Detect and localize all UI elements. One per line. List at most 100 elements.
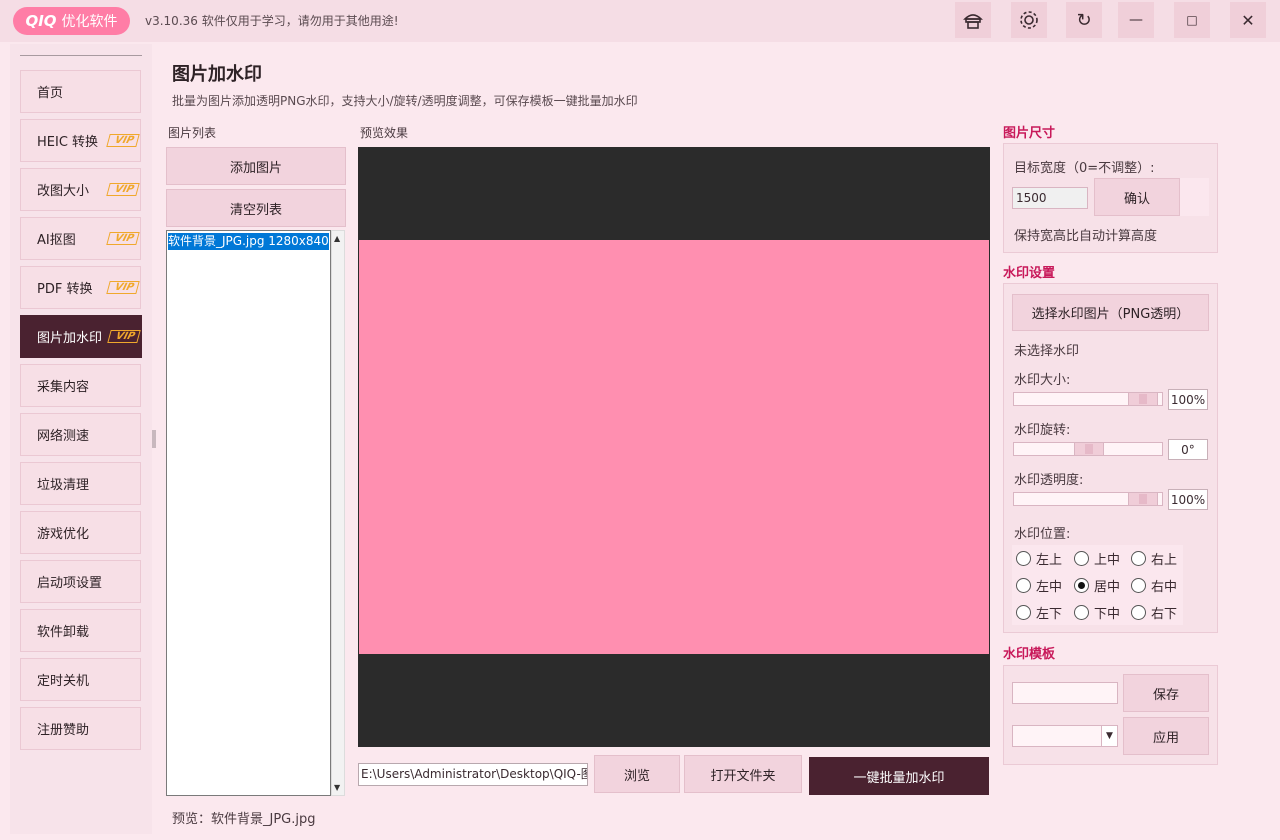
template-select[interactable]: ▼ [1012,725,1118,747]
radio-dot[interactable] [1074,578,1089,593]
sidebar-item[interactable]: AI抠图 VIP [20,217,141,260]
radio-dot[interactable] [1016,605,1031,620]
preview-status: 预览：软件背景_JPG.jpg [172,812,316,827]
opacity-value[interactable]: 100% [1168,489,1208,510]
sidebar-item-label: 采集内容 [37,380,90,395]
sidebar-item[interactable]: 定时关机 [20,658,141,701]
page-subtitle: 批量为图片添加透明PNG水印，支持大小/旋转/透明度调整，可保存模板一键批量加水… [172,94,638,108]
sidebar-item[interactable]: 改图大小 VIP [20,168,141,211]
radio-dot[interactable] [1131,605,1146,620]
hat-icon[interactable] [955,2,991,38]
position-radio-label: 左上 [1036,553,1063,568]
size-slider-thumb[interactable] [1128,392,1158,406]
opacity-slider-thumb[interactable] [1128,492,1158,506]
position-radio[interactable]: 居中 [1074,576,1120,595]
radio-dot[interactable] [1131,578,1146,593]
add-image-button[interactable]: 添加图片 [166,147,346,185]
position-radio[interactable]: 右中 [1131,576,1177,595]
sidebar-item-label: 改图大小 [37,184,90,199]
sidebar-item[interactable]: PDF 转换 VIP [20,266,141,309]
position-radio[interactable]: 左上 [1016,549,1062,568]
image-list-label: 图片列表 [168,126,217,140]
radio-dot[interactable] [1016,551,1031,566]
size-panel-title: 图片尺寸 [1003,126,1056,141]
vip-badge: VIP [106,134,140,147]
rotate-slider-thumb[interactable] [1074,442,1104,456]
splitter-handle[interactable] [152,430,156,448]
sidebar-item[interactable]: 图片加水印 VIP [20,315,142,358]
vip-badge: VIP [106,281,140,294]
sidebar-item-label: 图片加水印 [37,331,103,346]
logo-text: 优化软件 [61,14,118,30]
logo-mark: QIQ [25,12,57,30]
sidebar-item[interactable]: 网络测速 [20,413,141,456]
position-radio[interactable]: 左中 [1016,576,1062,595]
radio-dot[interactable] [1016,578,1031,593]
position-radio[interactable]: 左下 [1016,603,1062,622]
close-icon[interactable]: ✕ [1230,2,1266,38]
open-folder-button[interactable]: 打开文件夹 [684,755,802,793]
list-item[interactable]: 软件背景_JPG.jpg 1280x840 [168,233,329,250]
size-slider[interactable] [1013,392,1163,406]
scroll-down-icon[interactable]: ▼ [334,783,340,792]
rotate-value[interactable]: 0° [1168,439,1208,460]
radio-dot[interactable] [1074,605,1089,620]
rotate-slider[interactable] [1013,442,1163,456]
output-path-input[interactable]: E:\Users\Administrator\Desktop\QIQ-图 [358,763,588,786]
page-title: 图片加水印 [172,64,262,85]
sidebar-item[interactable]: 启动项设置 [20,560,141,603]
target-width-input[interactable]: 1500 [1012,187,1088,209]
size-value[interactable]: 100% [1168,389,1208,410]
confirm-button-pad [1180,178,1209,216]
position-radio[interactable]: 上中 [1074,549,1120,568]
sidebar-divider [20,55,142,56]
watermark-status: 未选择水印 [1014,344,1080,359]
chevron-down-icon[interactable]: ▼ [1101,726,1117,746]
template-panel-title: 水印模板 [1003,647,1056,662]
sidebar-item-label: 定时关机 [37,674,90,689]
position-radio-label: 右下 [1151,607,1178,622]
radio-dot[interactable] [1131,551,1146,566]
image-listbox[interactable] [166,230,331,796]
rotate-slider-label: 水印旋转: [1014,423,1071,438]
position-radio-label: 居中 [1094,580,1121,595]
position-radio[interactable]: 右下 [1131,603,1177,622]
sidebar-item-label: 垃圾清理 [37,478,90,493]
refresh-icon[interactable]: ↻ [1066,2,1102,38]
version-text: v3.10.36 软件仅用于学习，请勿用于其他用途! [145,14,399,28]
sidebar-item[interactable]: 首页 [20,70,141,113]
sidebar-item[interactable]: 垃圾清理 [20,462,141,505]
scroll-up-icon[interactable]: ▲ [334,234,340,243]
radio-dot[interactable] [1074,551,1089,566]
gear-icon[interactable] [1011,2,1047,38]
position-radio[interactable]: 右上 [1131,549,1177,568]
sidebar-item[interactable]: 注册赞助 [20,707,141,750]
clear-list-button[interactable]: 清空列表 [166,189,346,227]
maximize-icon[interactable]: □ [1174,2,1210,38]
sidebar-item-label: 注册赞助 [37,723,90,738]
sidebar-item-label: AI抠图 [37,233,76,248]
apply-template-button[interactable]: 应用 [1123,717,1209,755]
preview-image [359,240,989,654]
vip-badge: VIP [106,183,140,196]
sidebar-item-label: 游戏优化 [37,527,90,542]
opacity-slider[interactable] [1013,492,1163,506]
batch-watermark-button[interactable]: 一键批量加水印 [809,757,989,795]
app-logo: QIQ 优化软件 [13,7,130,35]
position-radio[interactable]: 下中 [1074,603,1120,622]
confirm-width-button[interactable]: 确认 [1094,178,1180,216]
position-radio-label: 左下 [1036,607,1063,622]
list-scrollbar[interactable]: ▲ ▼ [331,230,345,796]
select-watermark-button[interactable]: 选择水印图片（PNG透明） [1012,294,1209,331]
vip-badge: VIP [107,330,141,343]
position-radio-label: 上中 [1094,553,1121,568]
sidebar-item[interactable]: 采集内容 [20,364,141,407]
minimize-icon[interactable]: — [1118,2,1154,38]
browse-button[interactable]: 浏览 [594,755,680,793]
position-radio-label: 右中 [1151,580,1178,595]
sidebar-item[interactable]: 游戏优化 [20,511,141,554]
template-name-input[interactable] [1012,682,1118,704]
sidebar-item[interactable]: HEIC 转换 VIP [20,119,141,162]
sidebar-item[interactable]: 软件卸载 [20,609,141,652]
save-template-button[interactable]: 保存 [1123,674,1209,712]
